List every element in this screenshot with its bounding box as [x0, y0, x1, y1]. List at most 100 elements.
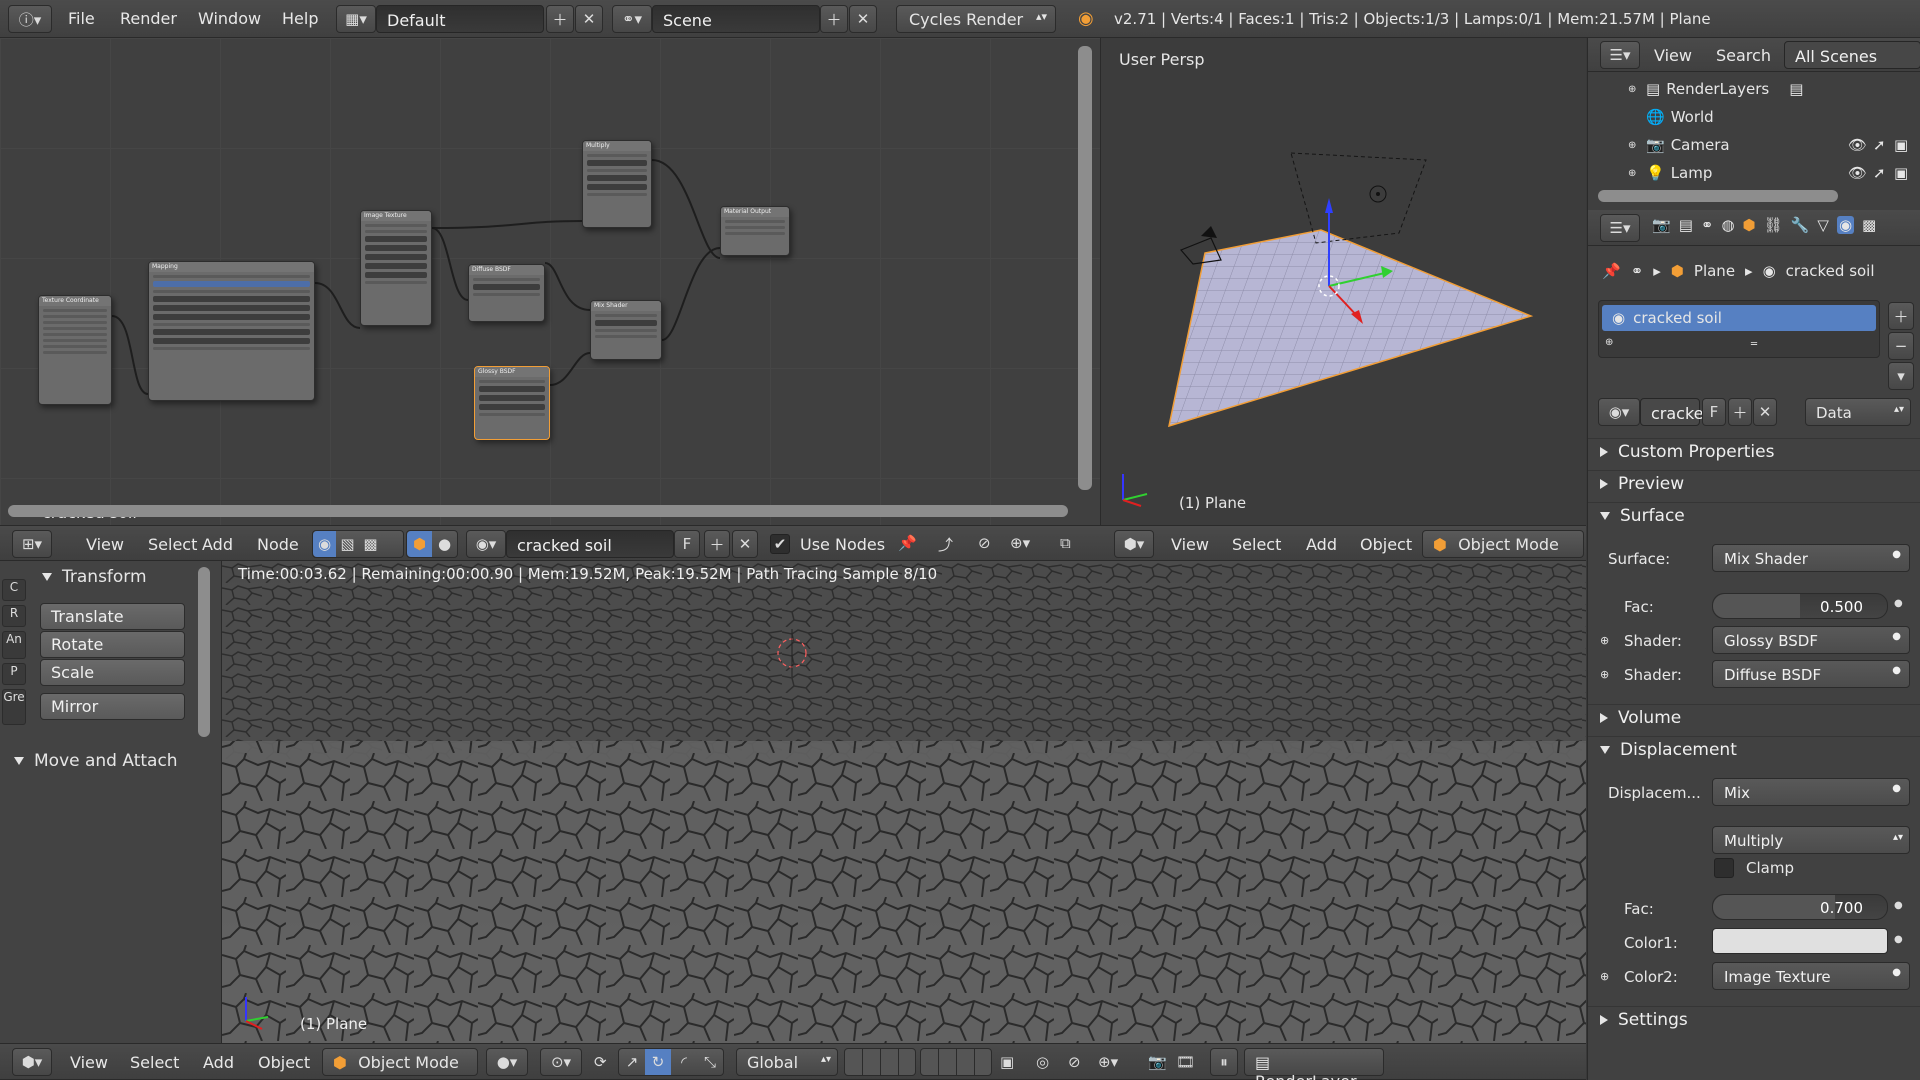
copy-nodes-icon[interactable]: ⧉ [1060, 534, 1071, 552]
expand-input-icon[interactable]: ⊕ [1600, 634, 1609, 647]
displacement-node-select[interactable]: Mix ● [1712, 778, 1910, 806]
node-material-output[interactable]: Material Output [720, 206, 790, 256]
opengl-animation-icon[interactable]: 🎞 [1176, 1053, 1195, 1071]
tool-tab-relations[interactable]: R [2, 605, 26, 627]
menu-help[interactable]: Help [282, 9, 318, 28]
slot-specials-button[interactable]: ▾ [1888, 362, 1914, 390]
material-link-select[interactable]: Data ▴▾ [1805, 398, 1911, 426]
color1-swatch[interactable] [1712, 928, 1888, 954]
renderability-camera-icon[interactable]: ▣ [1894, 164, 1908, 182]
screen-layout-field[interactable]: Default [376, 5, 544, 33]
transform-panel-header[interactable]: Transform [42, 567, 147, 587]
outliner-hscrollbar[interactable] [1598, 190, 1838, 202]
unlink-material-button[interactable]: ✕ [1753, 398, 1777, 426]
rendered-viewport[interactable]: Time:00:03.62 | Remaining:00:00.90 | Mem… [222, 561, 1586, 1043]
expand-input-icon[interactable]: ⊕ [1600, 668, 1609, 681]
snap-toggle-icon[interactable]: ⊘ [978, 534, 991, 552]
node-menu-node[interactable]: Node [257, 535, 299, 554]
opengl-render-icon[interactable]: 📷 [1148, 1053, 1167, 1071]
menu-render[interactable]: Render [120, 9, 177, 28]
add-layout-button[interactable]: ＋ [546, 5, 574, 33]
manipulator-toggle-icon[interactable]: ⟳ [594, 1053, 607, 1071]
node-menu-view[interactable]: View [86, 535, 124, 554]
move-attach-panel-header[interactable]: Move and Attach [14, 751, 178, 771]
parent-node-tree-icon[interactable]: ⤴ [938, 534, 953, 555]
lock-camera-icon[interactable]: ▣ [1000, 1053, 1014, 1071]
outliner-display-mode[interactable]: All Scenes [1784, 41, 1920, 69]
info-editor-type-button[interactable]: ⓘ▾ [8, 5, 52, 33]
scene-browse-button[interactable]: ⚭▾ [612, 5, 652, 33]
remove-scene-button[interactable]: ✕ [849, 5, 877, 33]
mirror-button[interactable]: Mirror [40, 693, 185, 720]
texture-tab-icon[interactable]: ▩ [1862, 216, 1876, 234]
outliner-area[interactable]: ☰▾ View Search All Scenes ⊕ ▤ RenderLaye… [1587, 38, 1920, 210]
pin-icon[interactable]: 📌 [1602, 262, 1621, 280]
new-material-button[interactable]: ＋ [1728, 398, 1752, 426]
pin-icon[interactable]: 📌 [898, 534, 917, 552]
fake-user-button[interactable]: F [1702, 398, 1726, 426]
visibility-eye-icon[interactable]: 👁 [1848, 136, 1867, 154]
node-mix-shader[interactable]: Mix Shader [590, 300, 662, 360]
unlink-material-button[interactable]: ✕ [732, 530, 758, 558]
scene-tab-icon[interactable]: ⚭ [1701, 216, 1714, 234]
scale-manipulator-icon[interactable]: ⤡ [697, 1053, 723, 1071]
node-menu-add[interactable]: Add [202, 535, 233, 554]
bottom-mode-select[interactable]: ⬢ Object Mode [322, 1048, 478, 1076]
bottom-menu-view[interactable]: View [70, 1053, 108, 1072]
color2-select[interactable]: Image Texture ● [1712, 962, 1910, 990]
node-editor-hscrollbar[interactable] [8, 505, 1068, 517]
rotate-manipulator-icon[interactable]: ↻ [645, 1049, 671, 1075]
pause-render-button[interactable]: ⏸ [1210, 1048, 1238, 1076]
world-tab-icon[interactable]: ◍ [1721, 216, 1734, 234]
displacement-fac-slider[interactable]: 0.700 [1712, 894, 1888, 920]
tool-tab-animation[interactable]: An [2, 631, 26, 659]
outliner-menu-search[interactable]: Search [1716, 46, 1771, 65]
node-texture-coordinate[interactable]: Texture Coordinate [38, 295, 112, 405]
selectability-cursor-icon[interactable]: ➚ [1873, 136, 1886, 154]
proportional-edit-icon[interactable]: ◎ [1036, 1053, 1049, 1071]
node-editor-vscrollbar[interactable] [1078, 46, 1092, 490]
snap-element-icon[interactable]: ⊕▾ [1010, 534, 1030, 552]
bottom-menu-add[interactable]: Add [203, 1053, 234, 1072]
list-resize-icon[interactable]: ⊕ [1605, 337, 1613, 348]
selectability-cursor-icon[interactable]: ➚ [1873, 164, 1886, 182]
node-editor-area[interactable]: Texture Coordinate Mapping Image Texture… [0, 38, 1100, 525]
transform-orientation-select[interactable]: Global ▴▾ [736, 1048, 838, 1076]
surface-shader-select[interactable]: Mix Shader ● [1712, 544, 1910, 572]
viewport-menu-object[interactable]: Object [1360, 535, 1412, 554]
editor-type-button[interactable]: ⊞▾ [12, 530, 52, 558]
node-diffuse-bsdf[interactable]: Diffuse BSDF [468, 264, 545, 322]
shader1-select[interactable]: Glossy BSDF ● [1712, 626, 1910, 654]
panel-displacement[interactable]: Displacement [1600, 740, 1737, 760]
material-browse-button[interactable]: ◉▾ [1598, 398, 1640, 426]
modifiers-tab-icon[interactable]: 🔧 [1791, 216, 1810, 234]
compositing-nodes-icon[interactable]: ▩ [359, 535, 382, 553]
outliner-menu-view[interactable]: View [1654, 46, 1692, 65]
tool-shelf-scrollbar[interactable] [198, 567, 210, 737]
texture-nodes-icon[interactable]: ▧ [336, 535, 359, 553]
viewport-menu-select[interactable]: Select [1232, 535, 1281, 554]
snap-element-icon[interactable]: ⊕▾ [1098, 1053, 1118, 1071]
tool-tab-grease-pencil[interactable]: Gre [2, 689, 26, 725]
panel-volume[interactable]: Volume [1600, 708, 1681, 728]
node-glossy-bsdf[interactable]: Glossy BSDF [474, 366, 550, 440]
menu-window[interactable]: Window [198, 9, 261, 28]
link-dot-icon[interactable]: ● [1894, 900, 1903, 911]
node-image-texture[interactable]: Image Texture [360, 210, 432, 326]
object-tab-icon[interactable]: ⬢ [1743, 216, 1756, 234]
tool-tab-physics[interactable]: P [2, 663, 26, 685]
pivot-point-select[interactable]: ⊙▾ [540, 1048, 582, 1076]
link-dot-icon[interactable]: ● [1894, 598, 1903, 609]
translate-manipulator-icon[interactable]: ↗ [619, 1053, 645, 1071]
outliner-item-world[interactable]: 🌐 World [1640, 106, 1714, 128]
node-mapping[interactable]: Mapping [148, 261, 315, 401]
panel-settings[interactable]: Settings [1600, 1010, 1688, 1030]
fake-user-button[interactable]: F [674, 530, 700, 558]
rotate-button[interactable]: Rotate [40, 631, 185, 658]
outliner-item-camera[interactable]: ⊕ 📷 Camera 👁 ➚ ▣ [1628, 134, 1913, 156]
material-datablock-field[interactable]: cracke [1640, 398, 1704, 426]
properties-area[interactable]: ☰▾ 📷 ▤ ⚭ ◍ ⬢ ⛓ 🔧 ▽ ◉ ▩ 📌 ⚭ ▸ ⬢ Plane ▸ ◉… [1587, 210, 1920, 1080]
arc-manipulator-icon[interactable]: ◜ [671, 1053, 697, 1071]
viewport-menu-view[interactable]: View [1171, 535, 1209, 554]
editor-type-button[interactable]: ⬢▾ [12, 1048, 52, 1076]
